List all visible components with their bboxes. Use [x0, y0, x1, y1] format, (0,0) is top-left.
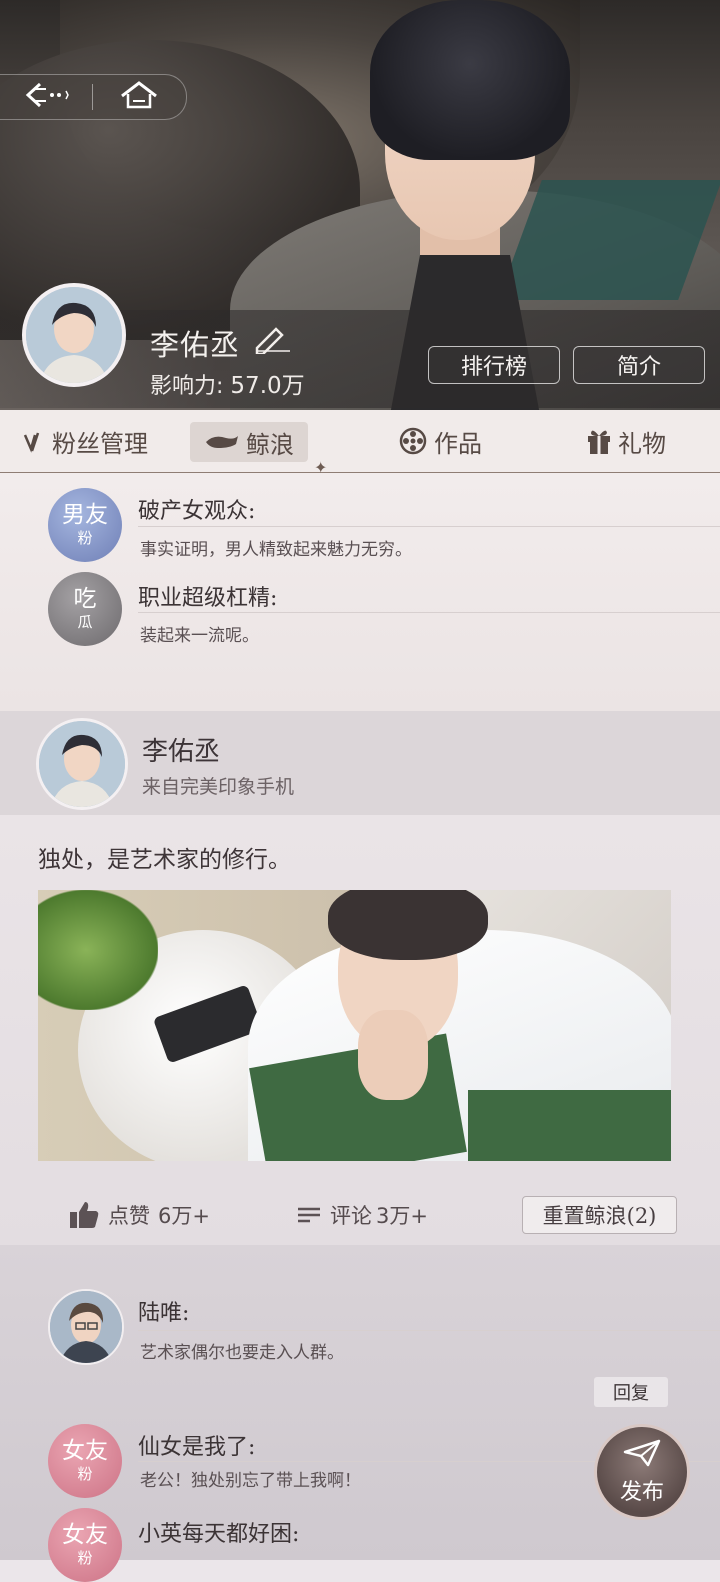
badge-sub: 瓜 [77, 613, 93, 631]
comment-count: 3万+ [376, 1204, 428, 1228]
tab-fans[interactable]: 粉丝管理 [22, 410, 148, 472]
commenter-name[interactable]: 陆唯: [138, 1295, 189, 1327]
sleeve [468, 1090, 671, 1161]
plant [38, 890, 158, 1010]
comment-lines-icon [296, 1205, 322, 1225]
girlfriend-fan-badge: 女友 粉 [48, 1508, 122, 1582]
influence-label: 影响力: [150, 374, 224, 399]
back-button[interactable] [0, 75, 92, 119]
tab-gifts[interactable]: 礼物 [586, 410, 666, 472]
melon-eater-badge: 吃 瓜 [48, 572, 122, 646]
tab-whale[interactable]: 鲸浪 [190, 422, 308, 462]
post-source: 来自完美印象手机 [142, 776, 295, 798]
paper-plane-icon [622, 1438, 662, 1472]
like-label: 点赞 [108, 1204, 150, 1228]
commenter-name[interactable]: 破产女观众: [138, 493, 255, 525]
comment-divider [138, 1330, 720, 1331]
like-count: 6万+ [158, 1204, 210, 1228]
reply-button[interactable]: 回复 [594, 1377, 668, 1407]
edit-icon[interactable] [252, 324, 292, 358]
commenter-avatar[interactable] [48, 1289, 124, 1365]
tab-label: 作品 [434, 429, 482, 458]
tab-label: 礼物 [618, 429, 666, 458]
character-hair [370, 0, 570, 160]
whale-icon [204, 432, 240, 452]
post-image[interactable] [38, 890, 671, 1161]
post-text: 独处，是艺术家的修行。 [38, 847, 291, 873]
home-button[interactable] [93, 75, 185, 119]
check-mark-icon [22, 429, 46, 453]
tab-bar: 粉丝管理 鲸浪 作品 礼物 [0, 410, 720, 473]
character-hair [328, 890, 488, 960]
tab-label: 鲸浪 [246, 430, 294, 459]
commenter-name[interactable]: 小英每天都好困: [138, 1516, 299, 1548]
boyfriend-fan-badge: 男友 粉 [48, 488, 122, 562]
comment-divider [138, 612, 720, 613]
character-hand [358, 1010, 428, 1100]
commenter-name[interactable]: 职业超级杠精: [138, 580, 277, 612]
post-author-avatar[interactable] [36, 718, 128, 810]
like-button[interactable]: 点赞 6万+ [68, 1187, 210, 1243]
badge-main: 男友 [62, 502, 108, 528]
tab-works[interactable]: 作品 [398, 410, 482, 472]
comment-text: 老公！独处别忘了带上我啊！ [140, 1471, 361, 1491]
publish-button[interactable]: 发布 [594, 1424, 690, 1520]
profile-avatar[interactable] [22, 283, 126, 387]
reset-whale-button[interactable]: 重置鲸浪(2) [522, 1196, 677, 1234]
home-icon [119, 80, 159, 114]
comment-label: 评论 [330, 1204, 372, 1228]
comment-divider [138, 526, 720, 527]
badge-sub: 粉 [77, 529, 93, 547]
comment-button[interactable]: 评论 3万+ [296, 1187, 428, 1243]
badge-main: 吃 [73, 586, 97, 612]
badge-sub: 粉 [77, 1465, 93, 1483]
commenter-name[interactable]: 仙女是我了: [138, 1429, 255, 1461]
tab-label: 粉丝管理 [52, 429, 148, 458]
comment-text: 装起来一流呢。 [140, 626, 259, 646]
ranking-button[interactable]: 排行榜 [428, 346, 560, 384]
girlfriend-fan-badge: 女友 粉 [48, 1424, 122, 1498]
influence-stat: 影响力: 57.0万 [150, 366, 305, 400]
gift-icon [586, 427, 612, 455]
profile-name: 李佑丞 [150, 328, 241, 362]
comment-text: 事实证明，男人精致起来魅力无穷。 [140, 540, 412, 560]
back-arrow-icon [22, 81, 70, 113]
influence-value: 57.0万 [230, 373, 305, 399]
intro-button[interactable]: 简介 [573, 346, 705, 384]
film-reel-icon [398, 426, 428, 456]
post-author-name[interactable]: 李佑丞 [142, 731, 220, 768]
nav-pill [0, 74, 187, 120]
badge-main: 女友 [62, 1522, 108, 1548]
badge-sub: 粉 [77, 1549, 93, 1567]
comment-text: 艺术家偶尔也要走入人群。 [140, 1343, 344, 1363]
badge-main: 女友 [62, 1438, 108, 1464]
publish-label: 发布 [619, 1480, 664, 1505]
thumbs-up-icon [68, 1200, 100, 1230]
